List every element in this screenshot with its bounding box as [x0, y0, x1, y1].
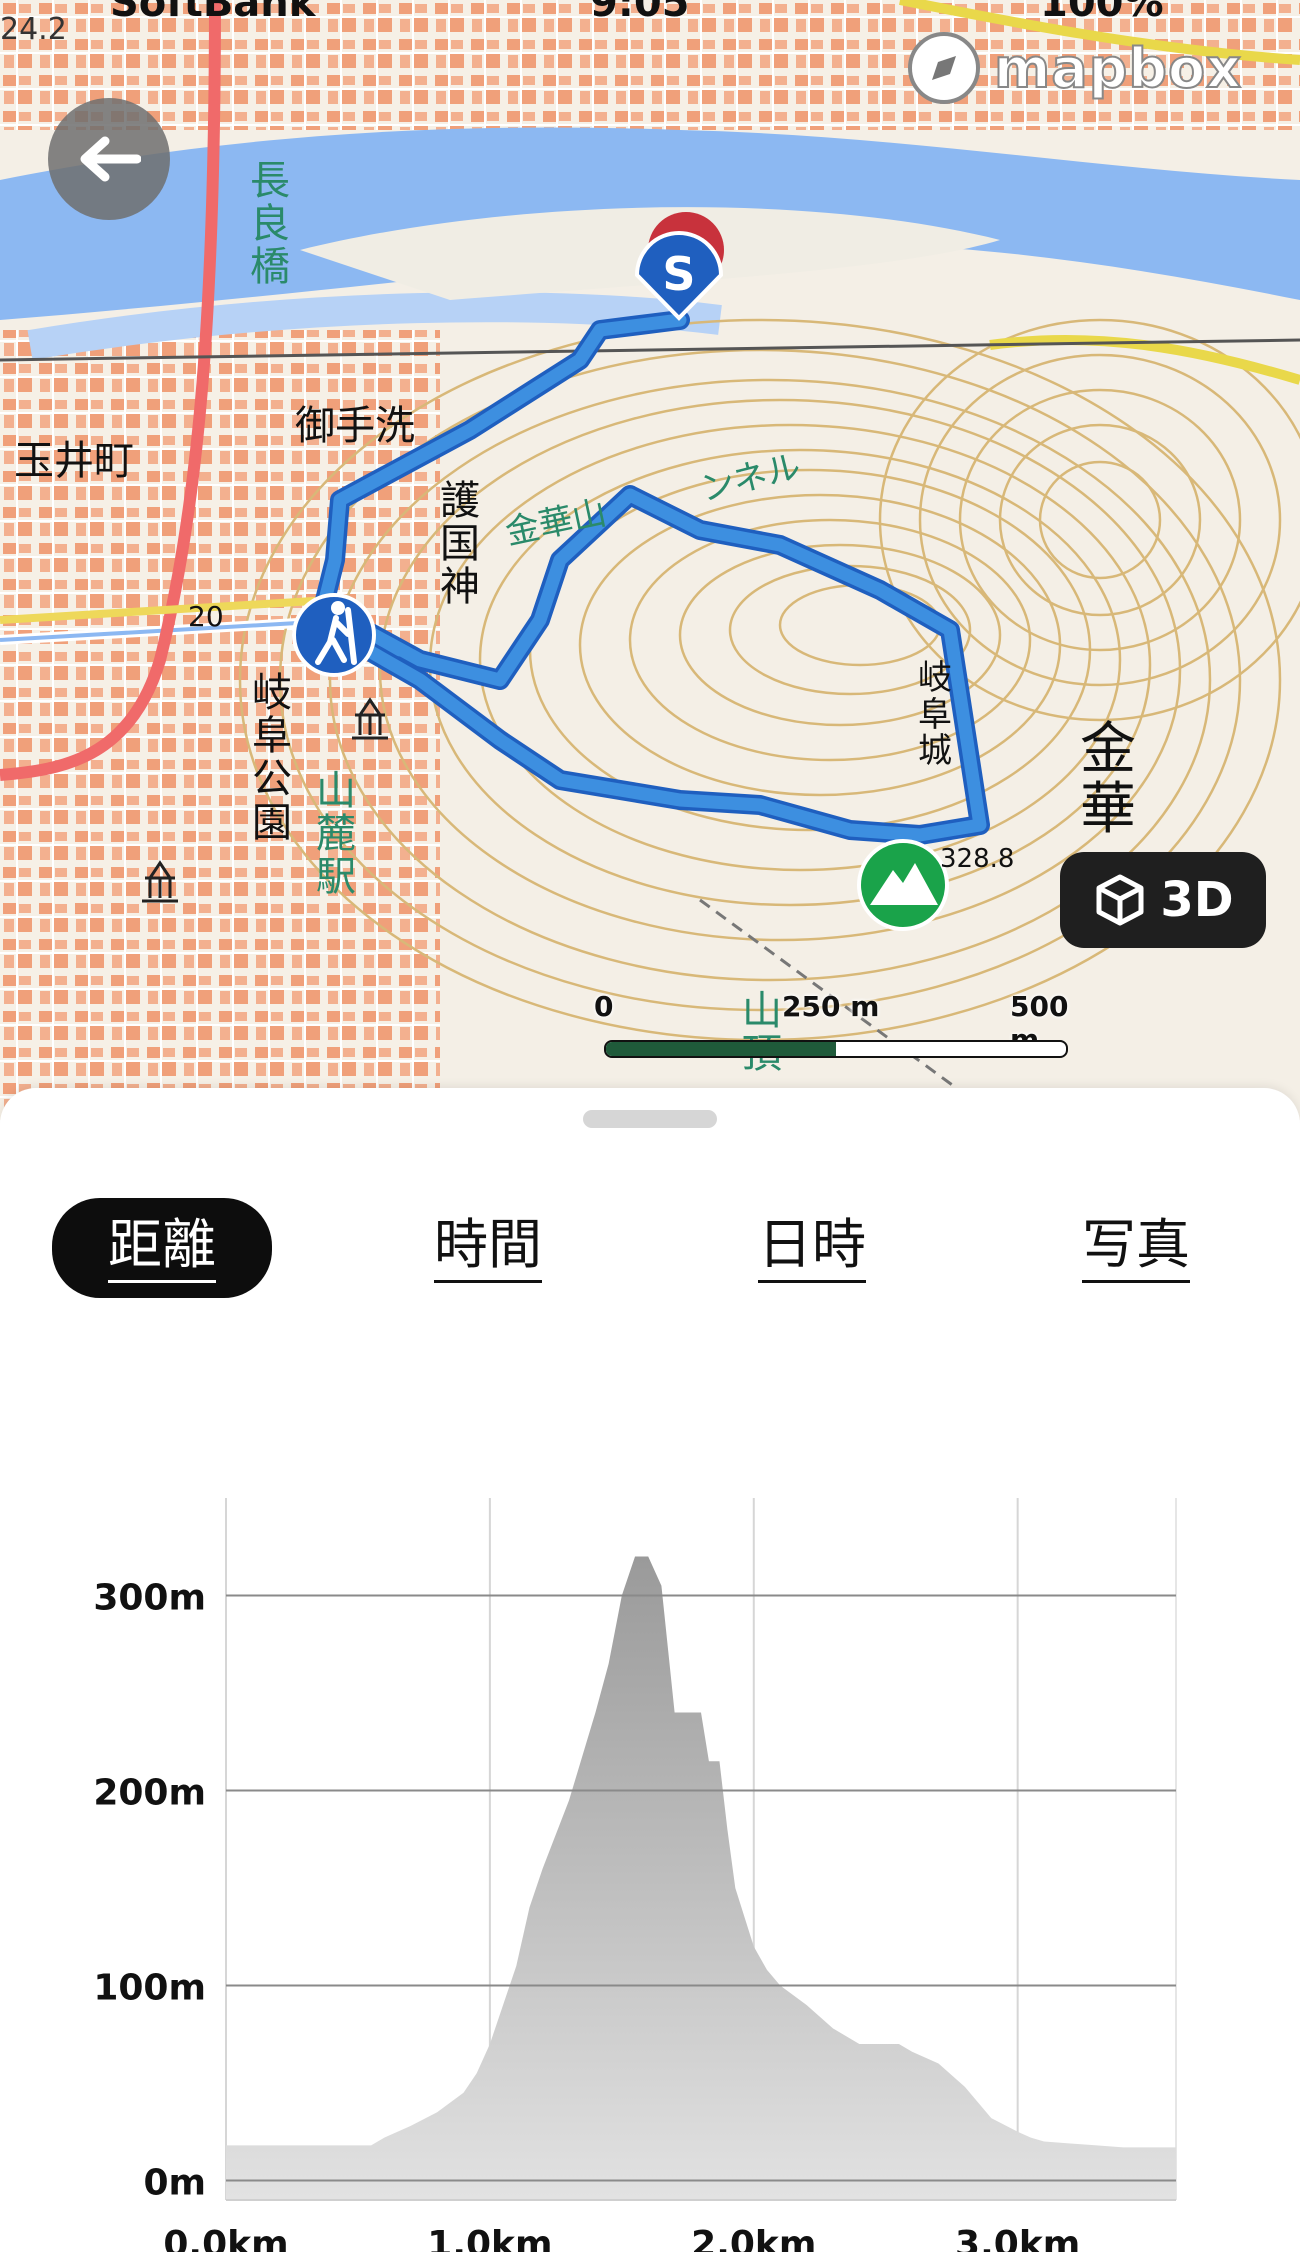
y-tick-label: 300m: [93, 1578, 206, 1619]
chart-tab-bar: 距離 時間 日時 写真: [0, 1198, 1300, 1298]
map-label-mountain: 金華: [1080, 717, 1136, 843]
map-label-corner: 24.2: [0, 12, 67, 47]
x-tick-label: 0.0km: [163, 2224, 288, 2252]
map-label-castle: 岐阜城: [918, 658, 952, 772]
x-tick-label: 2.0km: [691, 2224, 816, 2252]
y-tick-label: 0m: [143, 2163, 206, 2204]
tab-photos-label: 写真: [1082, 1213, 1190, 1283]
tab-time-label: 時間: [434, 1213, 542, 1283]
map-label-park: 岐阜公園: [252, 670, 292, 846]
map-label-route-number: 20: [188, 600, 224, 633]
bottom-sheet[interactable]: 距離 時間 日時 写真 0m 100m 200m 300m 0.0km 1.0km 2.0k…: [0, 1088, 1300, 2252]
map-label-station: 山麓駅: [316, 768, 356, 901]
tab-time[interactable]: 時間: [378, 1198, 598, 1298]
tab-distance-label: 距離: [108, 1213, 216, 1283]
map-label-town: 玉井町: [14, 438, 134, 484]
map-label-elevation: 328.8: [940, 844, 1015, 874]
tab-distance[interactable]: 距離: [52, 1198, 272, 1298]
scale-bar-track: [604, 1040, 1068, 1058]
tab-datetime-label: 日時: [758, 1213, 866, 1283]
toggle-3d-button[interactable]: 3D: [1060, 852, 1266, 948]
tab-datetime[interactable]: 日時: [702, 1198, 922, 1298]
scale-label-mid: 250 m: [782, 990, 880, 1023]
arrow-left-icon: [80, 136, 141, 182]
x-tick-label: 3.0km: [955, 2224, 1080, 2252]
cube-icon: [1096, 874, 1144, 926]
status-bar: SoftBank 9:05 100%: [0, 0, 1300, 30]
y-tick-label: 200m: [93, 1773, 206, 1814]
back-button[interactable]: [48, 98, 170, 220]
map-label-mitarashi: 御手洗: [295, 403, 415, 449]
x-tick-label: 1.0km: [427, 2224, 552, 2252]
elevation-chart[interactable]: 0m 100m 200m 300m 0.0km 1.0km 2.0km 3.0km: [0, 1388, 1300, 2252]
battery-label: 100%: [1040, 0, 1164, 26]
mapbox-wordmark: mapbox: [993, 36, 1242, 101]
map-label-shrine: 護国神: [440, 478, 480, 611]
carrier-label: SoftBank: [110, 0, 316, 26]
y-tick-label: 100m: [93, 1968, 206, 2009]
elevation-area: [226, 1556, 1176, 2200]
map-scale-bar: 0 250 m 500 m: [590, 990, 1080, 1060]
mapbox-attribution[interactable]: mapbox: [904, 28, 1242, 108]
summit-marker[interactable]: [857, 839, 949, 931]
sheet-drag-handle[interactable]: [583, 1110, 717, 1128]
scale-label-zero: 0: [594, 990, 614, 1023]
map-label-bridge: 長良橋: [250, 158, 290, 291]
tab-photos[interactable]: 写真: [1026, 1198, 1246, 1298]
mapbox-logo-icon: [908, 32, 980, 104]
map-view[interactable]: S SoftBank 9:05 100% 24.2 長良橋 玉井町 御手洗 護国…: [0, 0, 1300, 1120]
clock-label: 9:05: [590, 0, 690, 26]
toggle-3d-label: 3D: [1160, 872, 1234, 928]
svg-text:S: S: [662, 247, 695, 301]
hiker-marker[interactable]: [292, 593, 376, 677]
map-background: S: [0, 0, 1300, 1120]
